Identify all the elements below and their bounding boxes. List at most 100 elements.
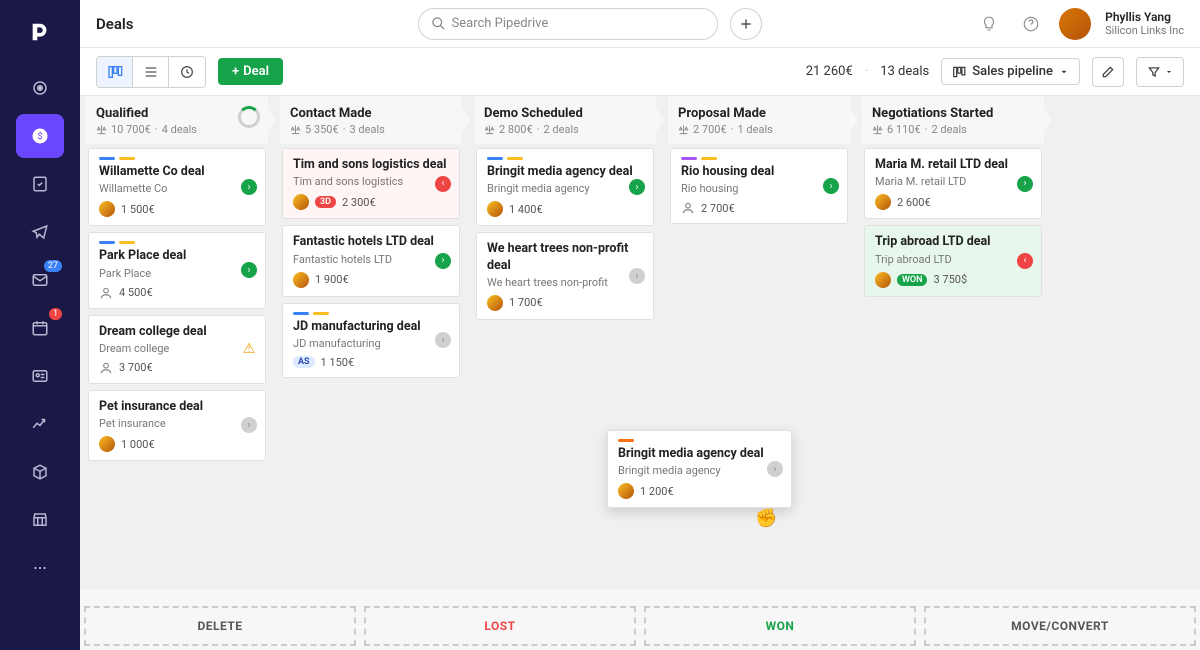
sidebar-item-campaigns[interactable] bbox=[16, 210, 64, 254]
add-deal-button[interactable]: +Deal bbox=[218, 58, 283, 85]
pipeline-icon bbox=[952, 65, 966, 79]
dragging-card[interactable]: Bringit media agency deal Bringit media … bbox=[607, 430, 792, 508]
owner-avatar bbox=[875, 194, 891, 210]
sidebar-item-insights[interactable] bbox=[16, 402, 64, 446]
activity-status-icon[interactable]: › bbox=[241, 417, 257, 433]
user-avatar[interactable] bbox=[1059, 8, 1091, 40]
column-summary: 6 110€ · 2 deals bbox=[872, 123, 1034, 136]
scale-icon bbox=[96, 124, 107, 135]
add-button[interactable] bbox=[730, 8, 762, 40]
chevron-down-icon bbox=[1059, 67, 1069, 77]
search-icon bbox=[431, 16, 446, 31]
deal-card[interactable]: We heart trees non-profit deal We heart … bbox=[476, 232, 654, 320]
view-forecast-button[interactable] bbox=[169, 57, 205, 87]
deal-card[interactable]: Willamette Co deal Willamette Co 1 500€ … bbox=[88, 148, 266, 226]
deal-card[interactable]: Tim and sons logistics deal Tim and sons… bbox=[282, 148, 460, 219]
activity-status-icon[interactable]: › bbox=[1017, 176, 1033, 192]
column-body[interactable]: Tim and sons logistics deal Tim and sons… bbox=[280, 144, 462, 590]
user-name: Phyllis Yang bbox=[1105, 10, 1184, 24]
activity-status-icon[interactable]: › bbox=[629, 268, 645, 284]
sidebar-item-marketplace[interactable] bbox=[16, 498, 64, 542]
view-toggle bbox=[96, 56, 206, 88]
sidebar-item-focus[interactable] bbox=[16, 66, 64, 110]
deal-card[interactable]: Pet insurance deal Pet insurance 1 000€ … bbox=[88, 390, 266, 461]
column-title: Demo Scheduled bbox=[484, 106, 646, 121]
lightbulb-icon bbox=[980, 15, 998, 33]
owner-avatar bbox=[293, 194, 309, 210]
column-title: Proposal Made bbox=[678, 106, 840, 121]
pipeline-selector[interactable]: Sales pipeline bbox=[941, 58, 1080, 85]
column-body[interactable]: Maria M. retail LTD deal Maria M. retail… bbox=[862, 144, 1044, 590]
deal-card-title: Park Place deal bbox=[99, 248, 255, 264]
drop-lost[interactable]: LOST bbox=[364, 606, 636, 646]
deal-card-value: 2 600€ bbox=[897, 196, 931, 209]
activity-status-icon[interactable]: › bbox=[241, 179, 257, 195]
sidebar-item-tasks[interactable] bbox=[16, 162, 64, 206]
deal-card-org: JD manufacturing bbox=[293, 337, 449, 350]
deal-card[interactable]: Fantastic hotels LTD deal Fantastic hote… bbox=[282, 225, 460, 296]
user-info[interactable]: Phyllis Yang Silicon Links Inc bbox=[1105, 10, 1184, 38]
deal-card[interactable]: Rio housing deal Rio housing 2 700€ › bbox=[670, 148, 848, 224]
deal-card[interactable]: JD manufacturing deal JD manufacturing A… bbox=[282, 303, 460, 378]
deal-card-footer: 3D2 300€ bbox=[293, 194, 449, 210]
progress-spinner-icon bbox=[238, 106, 260, 128]
help-button[interactable] bbox=[1017, 10, 1045, 38]
drop-move[interactable]: MOVE/CONVERT bbox=[924, 606, 1196, 646]
plus-icon bbox=[739, 17, 753, 31]
deal-card-org: Trip abroad LTD bbox=[875, 253, 1031, 266]
deal-card[interactable]: Bringit media agency deal Bringit media … bbox=[476, 148, 654, 226]
activity-status-icon[interactable]: › bbox=[435, 332, 451, 348]
activity-status-icon[interactable]: › bbox=[629, 179, 645, 195]
owner-avatar bbox=[875, 272, 891, 288]
overdue-chip: 3D bbox=[315, 196, 336, 208]
activity-status-icon[interactable]: ‹ bbox=[435, 176, 451, 192]
list-icon bbox=[143, 64, 159, 80]
deal-card-org: Bringit media agency bbox=[618, 464, 781, 477]
deal-card[interactable]: Maria M. retail LTD deal Maria M. retail… bbox=[864, 148, 1042, 219]
deal-card-title: Pet insurance deal bbox=[99, 399, 255, 415]
owner-avatar bbox=[293, 272, 309, 288]
view-kanban-button[interactable] bbox=[97, 57, 133, 87]
scale-icon bbox=[484, 124, 495, 135]
sidebar-item-mail[interactable]: 27 bbox=[16, 258, 64, 302]
card-labels bbox=[681, 157, 837, 160]
column-body[interactable]: Bringit media agency deal Bringit media … bbox=[474, 144, 656, 590]
activity-status-icon[interactable]: ⚠ bbox=[241, 341, 257, 357]
forecast-icon bbox=[179, 64, 195, 80]
deal-card-footer: 1 000€ bbox=[99, 436, 255, 452]
activity-status-icon[interactable]: › bbox=[435, 253, 451, 269]
deal-card-value: 2 700€ bbox=[701, 202, 735, 215]
drop-won[interactable]: WON bbox=[644, 606, 916, 646]
filter-icon bbox=[1147, 65, 1161, 79]
summary-amount: 21 260€ bbox=[806, 64, 853, 79]
activity-status-icon[interactable]: › bbox=[823, 178, 839, 194]
sidebar-item-deals[interactable]: $ bbox=[16, 114, 64, 158]
drop-delete[interactable]: DELETE bbox=[84, 606, 356, 646]
sidebar-item-contacts[interactable] bbox=[16, 354, 64, 398]
column-body[interactable]: Willamette Co deal Willamette Co 1 500€ … bbox=[86, 144, 268, 590]
deal-card-title: Fantastic hotels LTD deal bbox=[293, 234, 449, 250]
toolbar: +Deal 21 260€ · 13 deals Sales pipeline bbox=[80, 48, 1200, 96]
search-input[interactable]: Search Pipedrive bbox=[418, 8, 718, 40]
filter-button[interactable] bbox=[1136, 57, 1184, 87]
deal-card-org: Dream college bbox=[99, 342, 255, 355]
deal-card[interactable]: Dream college deal Dream college 3 700€ … bbox=[88, 315, 266, 384]
sidebar-item-calendar[interactable]: 1 bbox=[16, 306, 64, 350]
view-list-button[interactable] bbox=[133, 57, 169, 87]
deal-card-footer: AS1 150€ bbox=[293, 356, 449, 369]
header: Deals Search Pipedrive Phyllis Yang Sili… bbox=[80, 0, 1200, 48]
activity-status-icon[interactable]: › bbox=[241, 262, 257, 278]
deal-card[interactable]: Trip abroad LTD deal Trip abroad LTD WON… bbox=[864, 225, 1042, 296]
logo[interactable] bbox=[16, 8, 64, 56]
sidebar-item-products[interactable] bbox=[16, 450, 64, 494]
deal-card[interactable]: Park Place deal Park Place 4 500€ › bbox=[88, 232, 266, 308]
person-icon bbox=[99, 361, 113, 375]
deal-card-title: Willamette Co deal bbox=[99, 164, 255, 180]
column-header: Negotiations Started 6 110€ · 2 deals bbox=[862, 96, 1044, 144]
scale-icon bbox=[290, 124, 301, 135]
edit-pipeline-button[interactable] bbox=[1092, 57, 1124, 87]
activity-status-icon[interactable]: ‹ bbox=[1017, 253, 1033, 269]
tips-button[interactable] bbox=[975, 10, 1003, 38]
sidebar-item-more[interactable] bbox=[16, 546, 64, 590]
deal-card-org: Maria M. retail LTD bbox=[875, 175, 1031, 188]
